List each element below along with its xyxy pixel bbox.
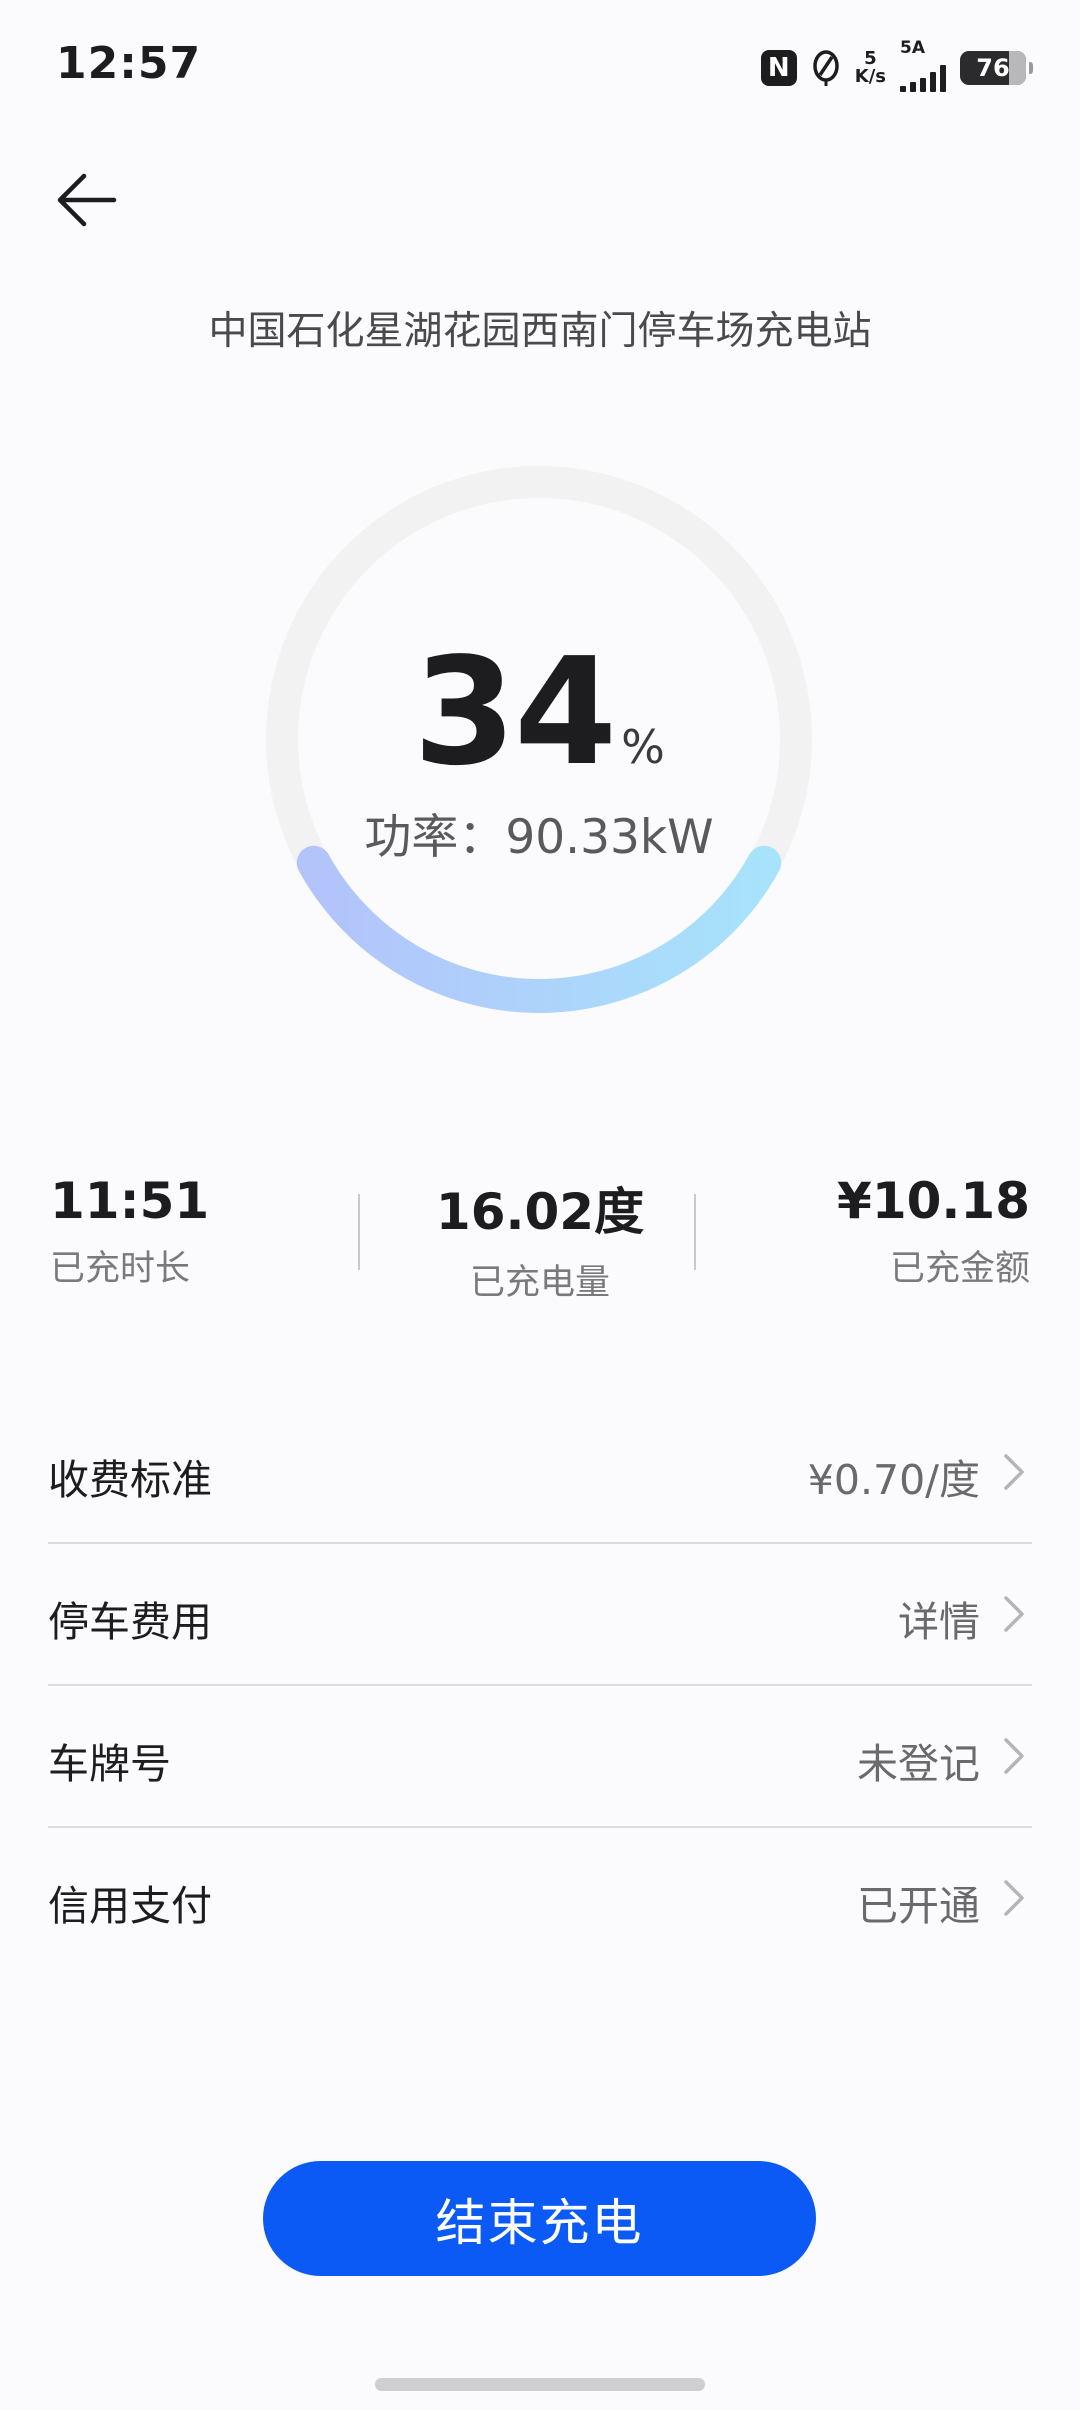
row-label: 车牌号 bbox=[48, 1740, 171, 1788]
net-speed-unit: K/s bbox=[854, 66, 886, 87]
progress-arc bbox=[296, 845, 782, 1013]
station-name: 中国石化星湖花园西南门停车场充电站 bbox=[208, 309, 872, 354]
leaf-icon bbox=[813, 50, 839, 86]
stat-amount: ¥10.18 已充金额 bbox=[837, 1172, 1030, 1291]
row-value: 详情 bbox=[898, 1598, 980, 1646]
net-speed: 5 K/s bbox=[855, 50, 886, 86]
stat-value: ¥10.18 bbox=[837, 1172, 1030, 1230]
row-parking-fee[interactable]: 停车费用 详情 bbox=[48, 1544, 1032, 1686]
battery-icon: 76 bbox=[960, 51, 1033, 85]
chevron-right-icon bbox=[1004, 1596, 1024, 1632]
percent-value: 34 bbox=[413, 626, 617, 798]
row-value: ¥0.70/度 bbox=[807, 1456, 980, 1504]
home-indicator[interactable] bbox=[375, 2378, 705, 2391]
status-time: 12:57 bbox=[56, 38, 202, 89]
status-bar: 12:57 N 5 K/s 5A 76 bbox=[0, 0, 1080, 140]
arrow-left-icon bbox=[57, 173, 117, 227]
charge-stats: 11:51 已充时长 16.02度 已充电量 ¥10.18 已充金额 bbox=[50, 1172, 1030, 1303]
status-icons: N 5 K/s 5A 76 bbox=[760, 38, 1033, 92]
stat-label: 已充金额 bbox=[889, 1249, 1030, 1289]
battery-level: 76 bbox=[976, 54, 1010, 82]
signal-icon: 5A bbox=[900, 38, 946, 92]
signal-label: 5A bbox=[900, 38, 925, 58]
row-label: 信用支付 bbox=[48, 1882, 212, 1930]
chevron-right-icon bbox=[1004, 1454, 1024, 1490]
charge-percent: 34% bbox=[236, 626, 842, 798]
back-button[interactable] bbox=[46, 160, 126, 240]
charge-progress-ring: 34% 功率：90.33kW bbox=[236, 436, 842, 1042]
percent-unit: % bbox=[621, 720, 665, 774]
power-readout: 功率：90.33kW bbox=[364, 810, 714, 865]
end-charging-button[interactable]: 结束充电 bbox=[263, 2161, 816, 2276]
row-value: 已开通 bbox=[857, 1882, 980, 1930]
nfc-icon: N bbox=[760, 50, 797, 86]
row-label: 收费标准 bbox=[48, 1456, 212, 1504]
divider bbox=[694, 1194, 696, 1270]
row-license-plate[interactable]: 车牌号 未登记 bbox=[48, 1686, 1032, 1828]
chevron-right-icon bbox=[1004, 1880, 1024, 1916]
row-credit-payment[interactable]: 信用支付 已开通 bbox=[48, 1828, 1032, 1970]
row-value: 未登记 bbox=[857, 1740, 980, 1788]
row-label: 停车费用 bbox=[48, 1598, 212, 1646]
chevron-right-icon bbox=[1004, 1738, 1024, 1774]
row-fee-standard[interactable]: 收费标准 ¥0.70/度 bbox=[48, 1402, 1032, 1544]
